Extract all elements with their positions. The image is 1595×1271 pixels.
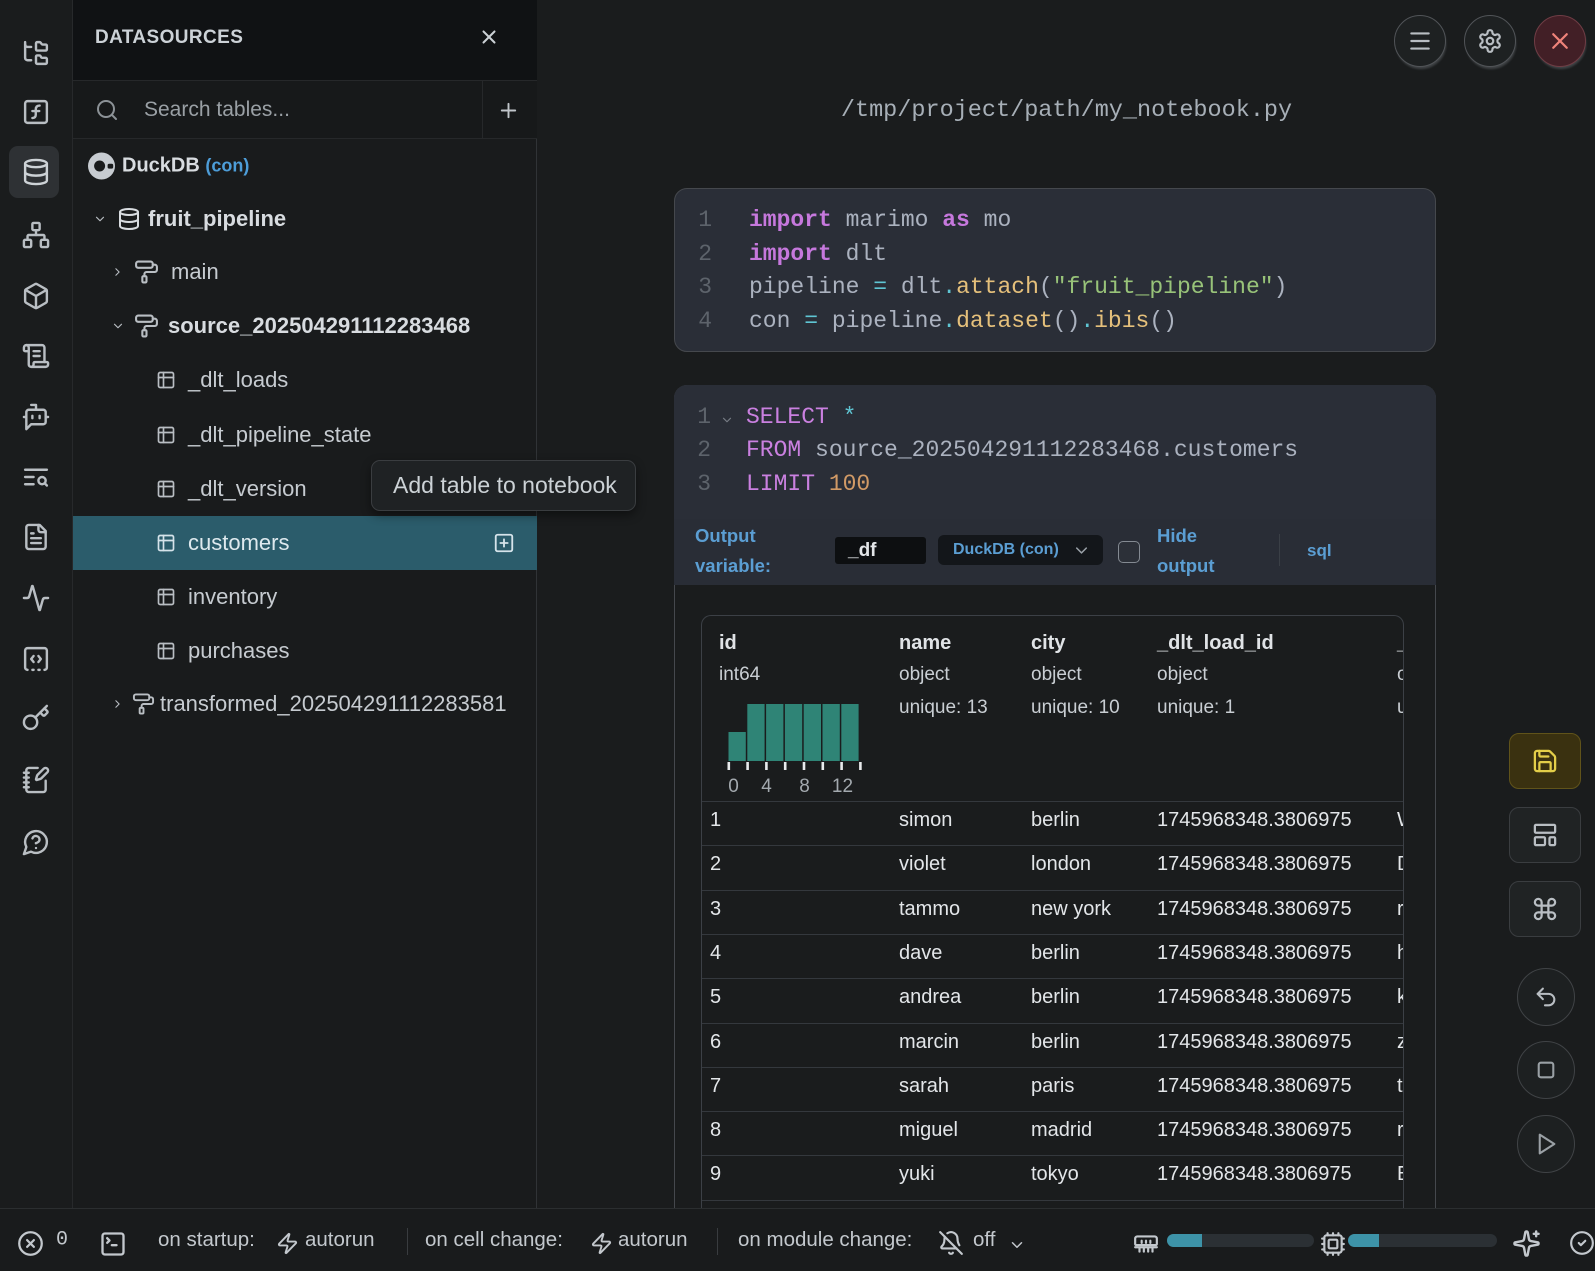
svg-text:0: 0 [728, 776, 739, 795]
svg-text:4: 4 [761, 776, 772, 795]
svg-text:12: 12 [832, 776, 853, 795]
svg-text:8: 8 [799, 776, 810, 795]
